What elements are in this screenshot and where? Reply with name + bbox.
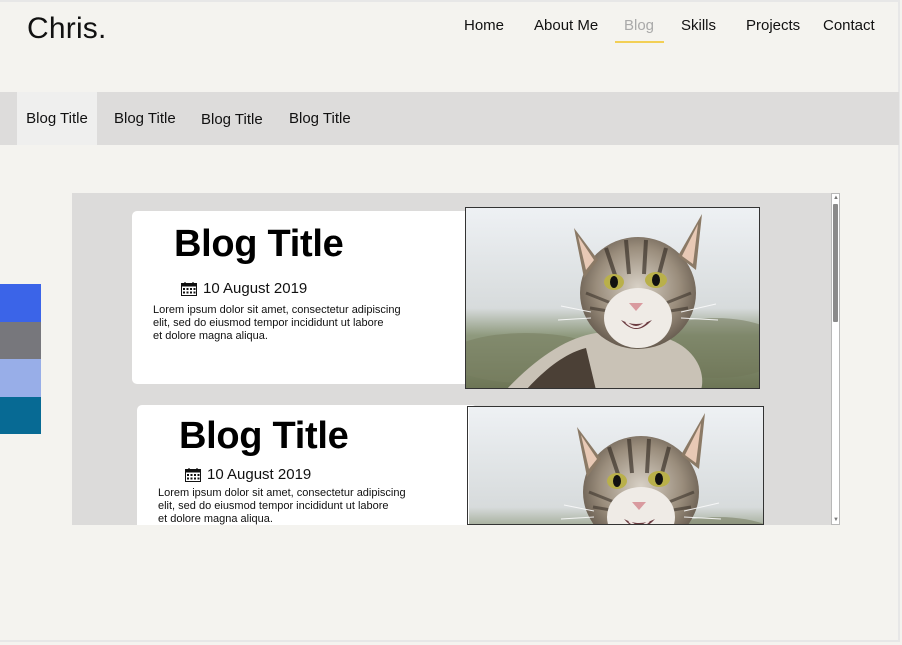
blog-tab-3[interactable]: Blog Title	[201, 93, 263, 146]
post-image-cat[interactable]	[465, 207, 760, 389]
nav-about-me[interactable]: About Me	[534, 17, 598, 34]
blog-post-card[interactable]: Blog Title 10 August 2019 Lorem ipsum do…	[132, 211, 472, 384]
social-link-4[interactable]	[0, 396, 41, 434]
blog-feed[interactable]: Blog Title 10 August 2019 Lorem ipsum do…	[72, 193, 840, 525]
nav-home[interactable]: Home	[464, 17, 504, 34]
blog-tab-4[interactable]: Blog Title	[289, 92, 351, 145]
social-link-3[interactable]	[0, 359, 41, 397]
post-excerpt-line: et dolore magna aliqua.	[158, 513, 273, 525]
post-date: 10 August 2019	[181, 280, 307, 297]
post-excerpt-line: Lorem ipsum dolor sit amet, consectetur …	[158, 487, 406, 499]
feed-scrollbar[interactable]: ▲ ▼	[831, 193, 840, 525]
scroll-down-icon[interactable]: ▼	[833, 517, 839, 523]
scroll-up-icon[interactable]: ▲	[833, 195, 839, 201]
nav-projects[interactable]: Projects	[746, 17, 800, 34]
nav-active-underline	[615, 41, 664, 43]
calendar-icon	[185, 467, 201, 482]
nav-contact[interactable]: Contact	[823, 17, 875, 34]
post-date-text: 10 August 2019	[207, 466, 312, 483]
nav-blog[interactable]: Blog	[624, 17, 654, 34]
calendar-icon	[181, 281, 197, 296]
blog-title-tabs: Blog Title Blog Title Blog Title Blog Ti…	[0, 92, 899, 145]
social-link-2[interactable]	[0, 321, 41, 359]
cat-photo-icon	[469, 407, 763, 524]
post-date-text: 10 August 2019	[203, 280, 308, 297]
post-title[interactable]: Blog Title	[174, 223, 344, 266]
post-excerpt: Lorem ipsum dolor sit amet, consectetur …	[158, 487, 428, 525]
post-excerpt-line: elit, sed do eiusmod tempor incididunt u…	[153, 317, 384, 329]
post-date: 10 August 2019	[185, 466, 311, 483]
post-excerpt: Lorem ipsum dolor sit amet, consectetur …	[153, 304, 423, 343]
cat-photo-icon	[466, 208, 759, 388]
post-excerpt-line: elit, sed do eiusmod tempor incididunt u…	[158, 500, 389, 512]
blog-tab-2[interactable]: Blog Title	[114, 92, 176, 145]
social-links	[0, 284, 41, 434]
post-excerpt-line: Lorem ipsum dolor sit amet, consectetur …	[153, 304, 401, 316]
social-link-1[interactable]	[0, 284, 41, 322]
blog-post-card[interactable]: Blog Title 10 August 2019 Lorem ipsum do…	[137, 405, 477, 525]
post-excerpt-line: et dolore magna aliqua.	[153, 330, 268, 342]
scroll-thumb[interactable]	[833, 204, 838, 322]
blog-tab-1[interactable]: Blog Title	[17, 92, 97, 145]
post-image-cat[interactable]	[467, 406, 764, 525]
post-title[interactable]: Blog Title	[179, 415, 349, 458]
main-nav: Home About Me Blog Skills Projects Conta…	[0, 17, 902, 47]
nav-skills[interactable]: Skills	[681, 17, 716, 34]
